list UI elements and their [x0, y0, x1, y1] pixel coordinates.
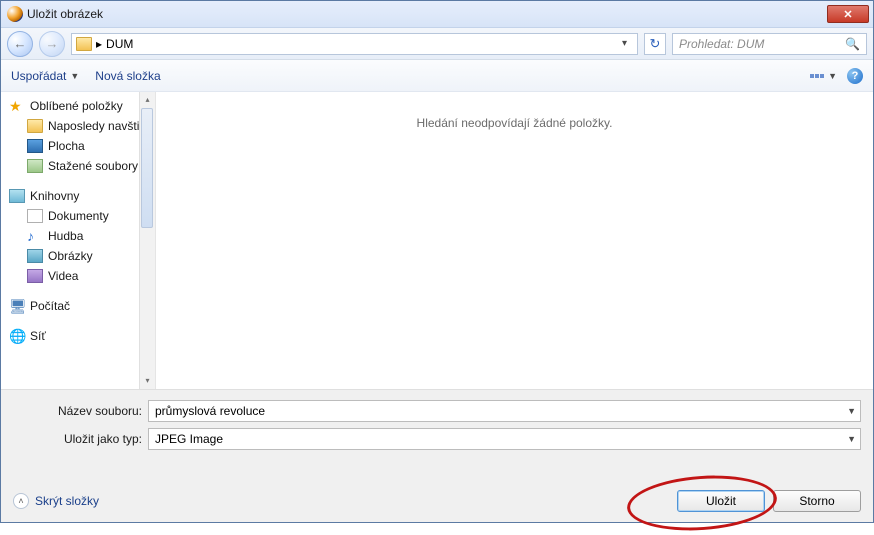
filetype-select[interactable]: JPEG Image ▼ [148, 428, 861, 450]
filetype-value: JPEG Image [155, 432, 223, 446]
tree-documents[interactable]: Dokumenty [7, 206, 155, 226]
thumbnails-icon [810, 74, 824, 78]
footer: Název souboru: průmyslová revoluce ▼ Ulo… [1, 389, 873, 522]
nav-tree: ★Oblíbené položky Naposledy navšti Ploch… [1, 92, 156, 389]
filetype-dropdown-icon[interactable]: ▼ [847, 434, 856, 444]
toolbar: Uspořádat ▼ Nová složka ▼ ? [1, 60, 873, 92]
organize-menu[interactable]: Uspořádat ▼ [11, 69, 79, 83]
tree-downloads[interactable]: Stažené soubory [7, 156, 155, 176]
computer-icon: 🖥 [9, 299, 25, 313]
libraries-icon [9, 189, 25, 203]
chevron-up-icon: ˄ [13, 493, 29, 509]
firefox-icon [7, 6, 23, 22]
filename-value: průmyslová revoluce [155, 404, 265, 418]
desktop-icon [27, 139, 43, 153]
cancel-button[interactable]: Storno [773, 490, 861, 512]
nav-row: ← → ▸ DUM ▾ ↻ Prohledat: DUM 🔍 [1, 28, 873, 60]
path-sep: ▸ [96, 37, 102, 51]
network-icon: 🌐 [9, 329, 25, 343]
tree-scrollbar[interactable] [139, 92, 155, 389]
filename-input[interactable]: průmyslová revoluce ▼ [148, 400, 861, 422]
folder-icon [27, 119, 43, 133]
address-dropdown-icon[interactable]: ▾ [616, 38, 633, 49]
empty-message: Hledání neodpovídají žádné položky. [417, 116, 613, 130]
refresh-button[interactable]: ↻ [644, 33, 666, 55]
hide-folders-label: Skrýt složky [35, 494, 99, 508]
tree-music[interactable]: ♪Hudba [7, 226, 155, 246]
tree-desktop[interactable]: Plocha [7, 136, 155, 156]
tree-computer[interactable]: 🖥Počítač [7, 296, 155, 316]
chevron-down-icon: ▼ [70, 71, 79, 81]
scrollbar-thumb[interactable] [141, 108, 153, 228]
back-button[interactable]: ← [7, 31, 33, 57]
titlebar: Uložit obrázek ✕ [1, 1, 873, 28]
tree-libraries[interactable]: Knihovny [7, 186, 155, 206]
new-folder-label: Nová složka [95, 69, 160, 83]
body: ★Oblíbené položky Naposledy navšti Ploch… [1, 92, 873, 389]
document-icon [27, 209, 43, 223]
hide-folders-button[interactable]: ˄ Skrýt složky [13, 493, 99, 509]
search-placeholder: Prohledat: DUM [679, 37, 764, 51]
downloads-icon [27, 159, 43, 173]
close-button[interactable]: ✕ [827, 5, 869, 23]
videos-icon [27, 269, 43, 283]
tree-pictures[interactable]: Obrázky [7, 246, 155, 266]
tree-favorites[interactable]: ★Oblíbené položky [7, 96, 155, 116]
tree-network[interactable]: 🌐Síť [7, 326, 155, 346]
view-options-button[interactable]: ▼ [810, 71, 837, 81]
filetype-label: Uložit jako typ: [13, 432, 148, 446]
search-input[interactable]: Prohledat: DUM 🔍 [672, 33, 867, 55]
save-button[interactable]: Uložit [677, 490, 765, 512]
folder-icon [76, 37, 92, 51]
path-segment[interactable]: DUM [106, 37, 133, 51]
organize-label: Uspořádat [11, 69, 66, 83]
star-icon: ★ [9, 99, 25, 113]
pictures-icon [27, 249, 43, 263]
tree-recent[interactable]: Naposledy navšti [7, 116, 155, 136]
chevron-down-icon: ▼ [828, 71, 837, 81]
window-title: Uložit obrázek [27, 7, 827, 21]
tree-videos[interactable]: Videa [7, 266, 155, 286]
filename-dropdown-icon[interactable]: ▼ [847, 406, 856, 416]
search-icon: 🔍 [845, 37, 860, 51]
filename-label: Název souboru: [13, 404, 148, 418]
new-folder-button[interactable]: Nová složka [95, 69, 160, 83]
forward-button[interactable]: → [39, 31, 65, 57]
music-icon: ♪ [27, 229, 43, 243]
address-bar[interactable]: ▸ DUM ▾ [71, 33, 638, 55]
help-button[interactable]: ? [847, 68, 863, 84]
content-pane: Hledání neodpovídají žádné položky. [156, 92, 873, 389]
